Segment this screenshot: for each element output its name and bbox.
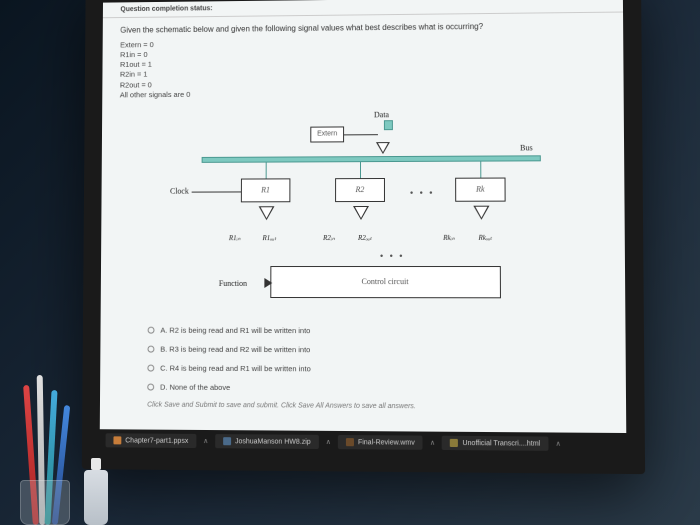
option-label: C. R4 is being read and R1 will be writt… [160, 363, 311, 373]
monitor-frame: Question completion status: Given the sc… [82, 0, 645, 474]
chevron-up-icon[interactable]: ∧ [430, 439, 435, 447]
option-d[interactable]: D. None of the above [147, 382, 607, 394]
function-arrow-icon [264, 278, 272, 288]
option-label: A. R2 is being read and R1 will be writt… [160, 325, 310, 334]
schematic-diagram: Data Extern Bus Clock R1 R2 Rk • • • [171, 105, 552, 316]
sig-rkout: Rkₒᵤₜ [478, 234, 492, 242]
task-label: Final-Review.wmv [358, 439, 415, 447]
ellipsis: • • • [380, 251, 405, 261]
task-label: Chapter7-part1.ppsx [125, 437, 188, 445]
answer-options: A. R2 is being read and R1 will be writt… [147, 325, 607, 393]
option-label: B. R3 is being read and R2 will be writt… [160, 344, 310, 354]
taskbar-item[interactable]: Final-Review.wmv [338, 435, 423, 450]
extern-box: Extern [310, 126, 344, 142]
register-rk: Rk [455, 177, 505, 201]
chevron-up-icon[interactable]: ∧ [556, 440, 561, 448]
taskbar-item[interactable]: Unofficial Transcri....html [442, 436, 548, 451]
option-a[interactable]: A. R2 is being read and R1 will be writt… [148, 325, 607, 335]
option-c[interactable]: C. R4 is being read and R1 will be writt… [147, 363, 607, 374]
clock-label: Clock [170, 186, 189, 195]
radio-icon[interactable] [147, 345, 154, 352]
task-label: JoshuaManson HW8.zip [235, 438, 311, 446]
sig-r2out: R2ₒᵤₜ [358, 234, 372, 242]
question-content: Given the schematic below and given the … [100, 13, 626, 420]
bus-line [202, 155, 541, 163]
task-label: Unofficial Transcri....html [462, 439, 540, 447]
sig-rkin: Rkᵢₙ [443, 234, 454, 242]
sig-r1out: R1ₒᵤₜ [263, 234, 277, 242]
register-r1: R1 [241, 178, 291, 202]
radio-icon[interactable] [148, 326, 155, 333]
function-label: Function [219, 279, 247, 288]
desk-foreground [0, 325, 120, 525]
signal-values: Extern = 0 R1in = 0 R1out = 1 R2in = 1 R… [120, 36, 606, 100]
radio-icon[interactable] [147, 383, 154, 390]
taskbar: Chapter7-part1.ppsx ∧ JoshuaManson HW8.z… [100, 429, 627, 455]
ellipsis: • • • [410, 188, 435, 198]
radio-icon[interactable] [147, 364, 154, 371]
control-circuit-box: Control circuit [270, 266, 501, 298]
file-icon [346, 438, 354, 446]
bus-label: Bus [520, 143, 533, 152]
register-r2: R2 [335, 178, 385, 202]
sig-r1in: R1ᵢₙ [229, 234, 241, 242]
buffer-rk-icon [473, 205, 489, 219]
bottle [84, 470, 108, 525]
taskbar-item[interactable]: JoshuaManson HW8.zip [215, 434, 319, 449]
buffer-r1-icon [259, 206, 275, 220]
buffer-r2-icon [353, 206, 369, 220]
screen: Question completion status: Given the sc… [100, 0, 627, 456]
pen-holder [20, 480, 70, 525]
chevron-up-icon[interactable]: ∧ [203, 437, 208, 445]
question-text: Given the schematic below and given the … [120, 21, 605, 35]
extern-buffer-icon [376, 142, 390, 154]
file-icon [450, 439, 458, 447]
sig-r2in: R2ᵢₙ [323, 234, 335, 242]
data-label: Data [374, 110, 389, 119]
option-b[interactable]: B. R3 is being read and R2 will be writt… [147, 344, 607, 355]
chevron-up-icon[interactable]: ∧ [326, 438, 331, 446]
option-label: D. None of the above [160, 382, 230, 391]
file-icon [223, 437, 231, 445]
save-hint: Click Save and Submit to save and submit… [147, 401, 607, 411]
